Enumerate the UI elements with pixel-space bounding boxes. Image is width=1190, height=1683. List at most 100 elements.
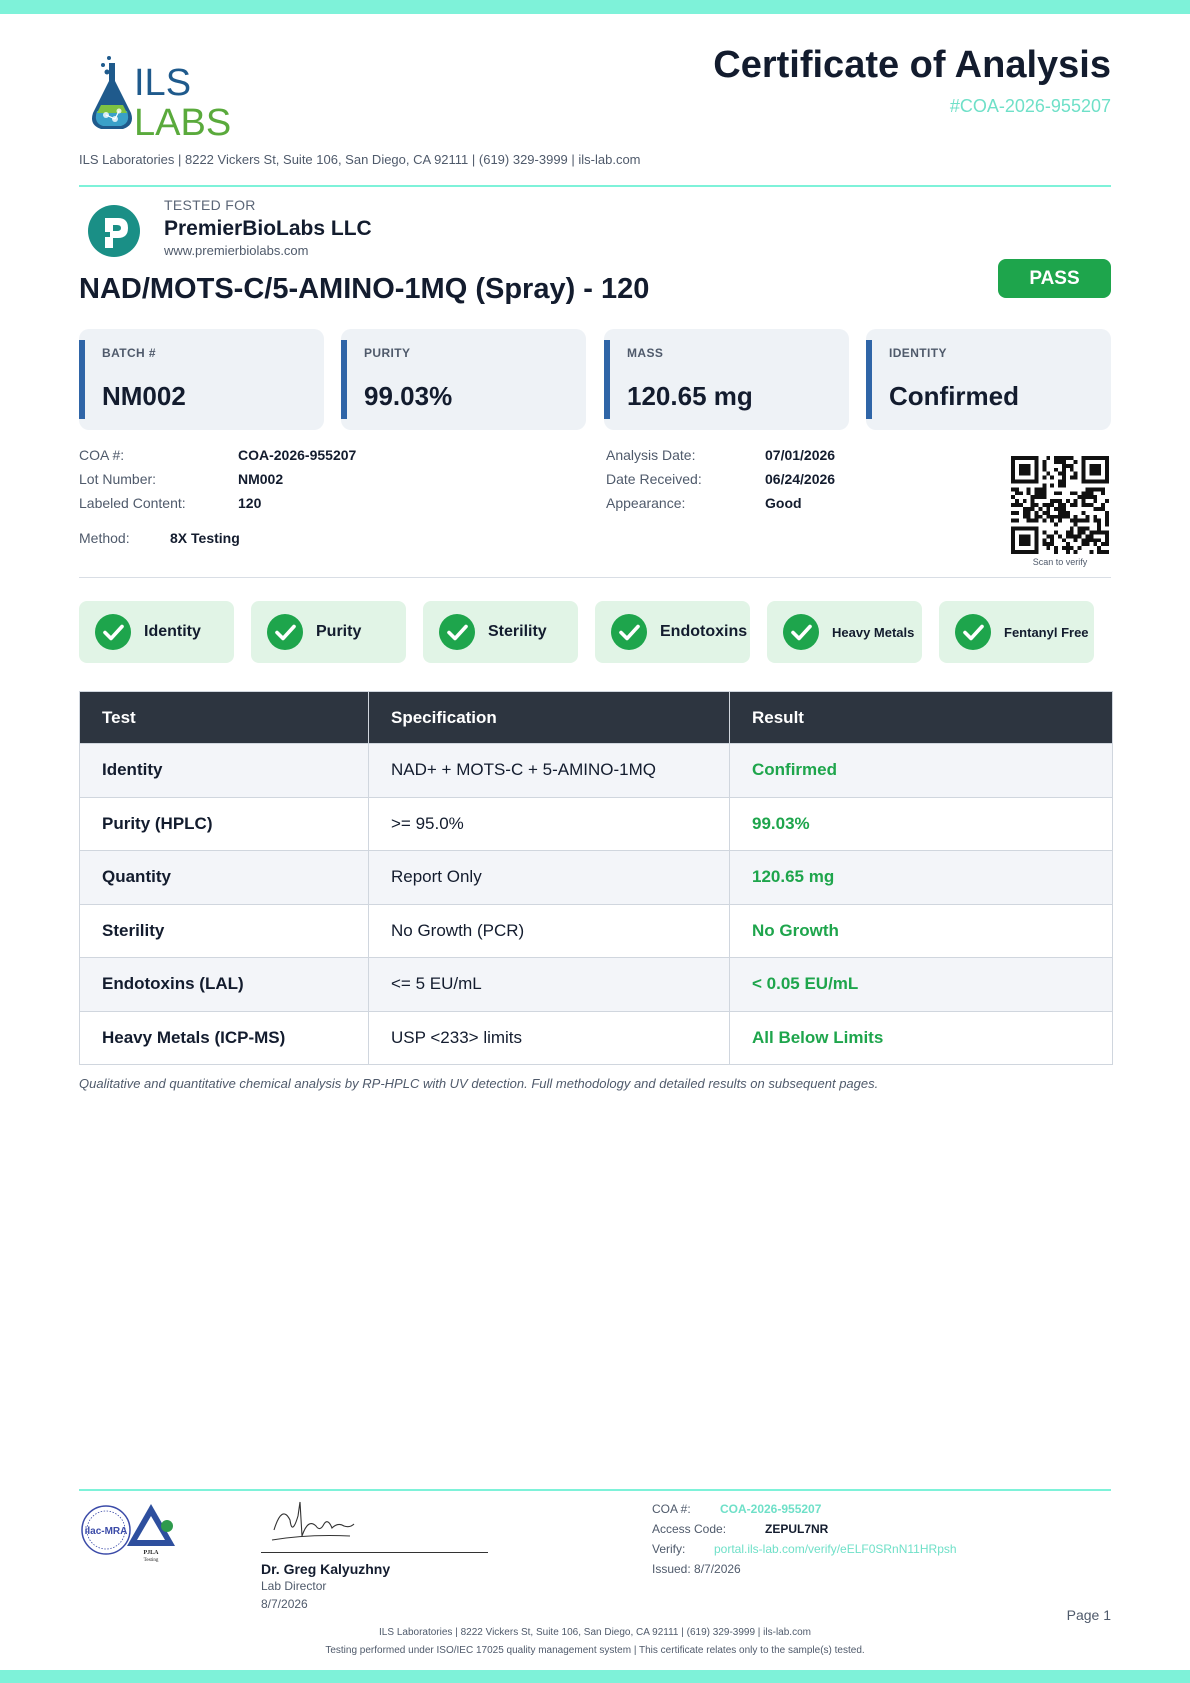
qr-code-icon[interactable] xyxy=(1011,456,1109,554)
pjla-testing-mark: Testing xyxy=(144,1558,159,1563)
table-header-row: Test Specification Result xyxy=(79,691,1113,744)
signature-line xyxy=(261,1552,488,1553)
check-icon xyxy=(439,614,475,650)
table-row: Sterility No Growth (PCR) No Growth xyxy=(79,903,1113,958)
test-cell: Purity (HPLC) xyxy=(79,796,369,851)
table-row: Endotoxins (LAL) <= 5 EU/mL < 0.05 EU/mL xyxy=(79,957,1113,1012)
check-icon xyxy=(955,614,991,650)
meta-value-labeled-content: 120 xyxy=(238,495,262,511)
test-cell: Endotoxins (LAL) xyxy=(79,957,369,1012)
verify-link[interactable]: portal.ils-lab.com/verify/eELF0SRnN11HRp… xyxy=(714,1542,957,1556)
footer-verify-key: Verify: xyxy=(652,1542,686,1556)
signatory-role: Lab Director xyxy=(261,1579,327,1593)
footer-divider xyxy=(79,1489,1111,1491)
chip-identity: Identity xyxy=(79,601,234,663)
chip-sterility: Sterility xyxy=(423,601,578,663)
meta-key-date-received: Date Received: xyxy=(606,471,702,487)
pjla-mark: PJLA xyxy=(144,1550,160,1556)
signatory-name: Dr. Greg Kalyuzhny xyxy=(261,1561,391,1577)
chip-endotoxins: Endotoxins xyxy=(595,601,750,663)
footer-issued: Issued: 8/7/2026 xyxy=(652,1562,741,1576)
meta-key-analysis-date: Analysis Date: xyxy=(606,447,696,463)
chip-label: Sterility xyxy=(488,623,547,640)
page-number: Page 1 xyxy=(1066,1607,1111,1623)
qr-caption: Scan to verify xyxy=(1032,557,1088,567)
signatory-date: 8/7/2026 xyxy=(261,1597,308,1611)
ilac-mra-mark: ilac-MRA xyxy=(85,1526,128,1537)
result-cell: All Below Limits xyxy=(729,1010,1113,1065)
signature-image xyxy=(268,1496,358,1544)
chip-label: Identity xyxy=(144,623,201,640)
client-logo-icon xyxy=(87,204,141,258)
check-icon xyxy=(95,614,131,650)
results-table: Test Specification Result Identity NAD+ … xyxy=(79,691,1113,1065)
meta-value-lot: NM002 xyxy=(238,471,284,487)
spec-cell: Report Only xyxy=(368,850,730,905)
product-name: NAD/MOTS-C/5-AMINO-1MQ (Spray) - 120 xyxy=(79,273,650,305)
stat-card-batch: BATCH # NM002 xyxy=(79,329,324,430)
stat-label: PURITY xyxy=(364,346,411,360)
test-cell: Quantity xyxy=(79,850,369,905)
meta-key-labeled-content: Labeled Content: xyxy=(79,495,186,511)
result-cell: Confirmed xyxy=(729,743,1113,798)
stat-card-mass: MASS 120.65 mg xyxy=(604,329,849,430)
spec-cell: >= 95.0% xyxy=(368,796,730,851)
top-accent-bar xyxy=(0,0,1190,14)
meta-key-method: Method: xyxy=(79,530,130,546)
lab-address: ILS Laboratories | 8222 Vickers St, Suit… xyxy=(79,152,641,167)
logo-wordmark-ils: ILS xyxy=(134,62,191,104)
meta-value-date-received: 06/24/2026 xyxy=(765,471,836,487)
spec-cell: NAD+ + MOTS-C + 5-AMINO-1MQ xyxy=(368,743,730,798)
stat-accent-bar xyxy=(866,340,872,419)
chip-label: Fentanyl Free xyxy=(1004,624,1089,640)
accreditation-logos: ilac-MRA PJLA Testing xyxy=(79,1500,185,1566)
spec-cell: <= 5 EU/mL xyxy=(368,957,730,1012)
table-row: Identity NAD+ + MOTS-C + 5-AMINO-1MQ Con… xyxy=(79,743,1113,798)
chip-purity: Purity xyxy=(251,601,406,663)
check-icon xyxy=(783,614,819,650)
result-cell: < 0.05 EU/mL xyxy=(729,957,1113,1012)
tested-for-label: TESTED FOR xyxy=(164,197,256,213)
client-name: PremierBioLabs LLC xyxy=(164,217,372,240)
footer-disclaimer: Testing performed under ISO/IEC 17025 qu… xyxy=(325,1645,865,1656)
stat-value: NM002 xyxy=(102,381,186,411)
stat-accent-bar xyxy=(604,340,610,419)
stat-accent-bar xyxy=(341,340,347,419)
result-cell: No Growth xyxy=(729,903,1113,958)
result-cell: 120.65 mg xyxy=(729,850,1113,905)
check-icon xyxy=(611,614,647,650)
chip-label: Heavy Metals xyxy=(832,624,915,640)
stat-value: 99.03% xyxy=(364,381,453,411)
coa-reference: #COA-2026-955207 xyxy=(949,96,1111,116)
header-divider xyxy=(79,185,1111,187)
footer-coa-key: COA #: xyxy=(652,1502,691,1516)
meta-value-method: 8X Testing xyxy=(170,530,240,546)
bottom-accent-bar xyxy=(0,1670,1190,1683)
meta-key-coa: COA #: xyxy=(79,447,125,463)
chip-fentanyl-free: Fentanyl Free xyxy=(939,601,1094,663)
test-cell: Heavy Metals (ICP-MS) xyxy=(79,1010,369,1065)
footer-access-key: Access Code: xyxy=(652,1522,727,1536)
method-note: Qualitative and quantitative chemical an… xyxy=(79,1076,879,1091)
stat-label: BATCH # xyxy=(102,346,156,360)
footer-coa-value: COA-2026-955207 xyxy=(720,1502,822,1516)
meta-value-analysis-date: 07/01/2026 xyxy=(765,447,836,463)
stat-label: MASS xyxy=(627,346,664,360)
table-row: Heavy Metals (ICP-MS) USP <233> limits A… xyxy=(79,1010,1113,1065)
table-row: Quantity Report Only 120.65 mg xyxy=(79,850,1113,905)
stat-accent-bar xyxy=(79,340,85,419)
stat-value: 120.65 mg xyxy=(627,381,753,411)
meta-value-appearance: Good xyxy=(765,495,802,511)
section-divider xyxy=(79,577,1111,578)
test-cell: Sterility xyxy=(79,903,369,958)
meta-key-lot: Lot Number: xyxy=(79,471,157,487)
column-header: Result xyxy=(729,691,1113,744)
chip-label: Endotoxins xyxy=(660,623,748,640)
stat-card-identity: IDENTITY Confirmed xyxy=(866,329,1111,430)
ils-labs-logo: ILS LABS xyxy=(79,55,259,144)
footer-address: ILS Laboratories | 8222 Vickers St, Suit… xyxy=(379,1627,811,1638)
document-title: Certificate of Analysis xyxy=(713,44,1111,86)
spec-cell: USP <233> limits xyxy=(368,1010,730,1065)
stat-card-purity: PURITY 99.03% xyxy=(341,329,586,430)
spec-cell: No Growth (PCR) xyxy=(368,903,730,958)
